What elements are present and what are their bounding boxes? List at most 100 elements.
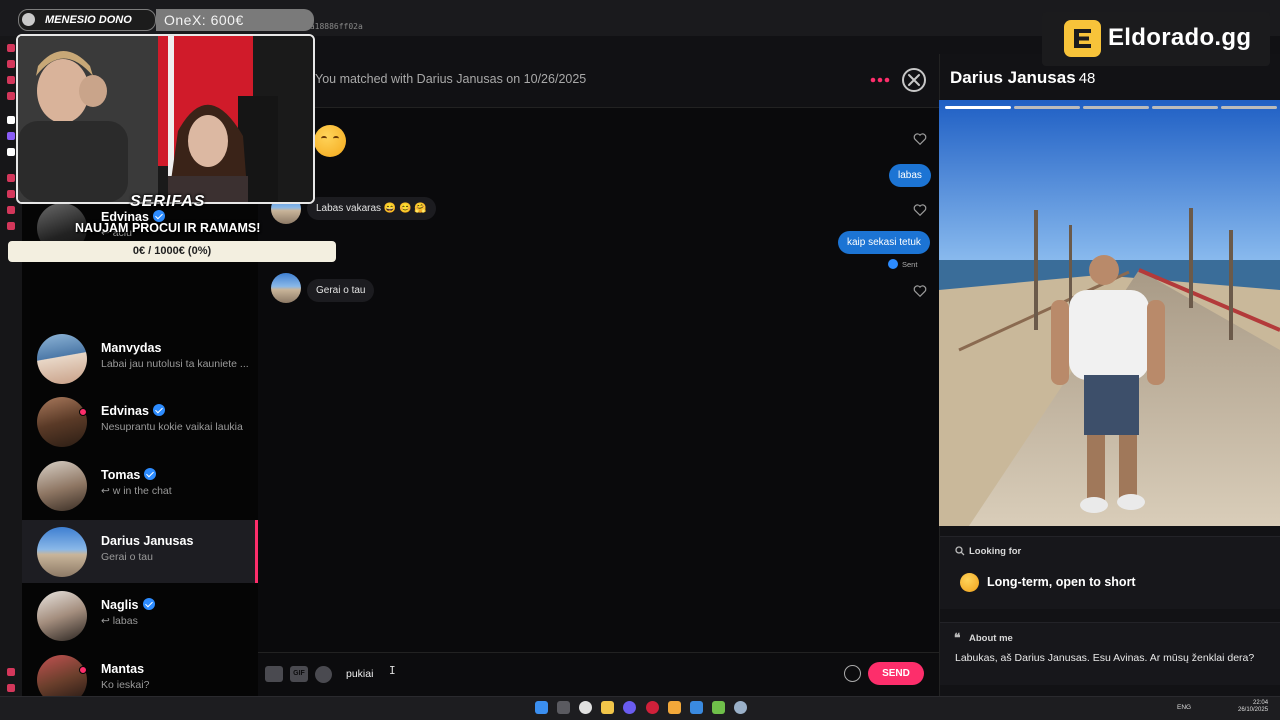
chat-name: Darius Janusas <box>101 534 194 548</box>
verified-badge-icon <box>144 468 157 480</box>
browser-app-icon[interactable] <box>7 190 15 198</box>
emoji-picker-icon[interactable] <box>844 665 861 682</box>
profile-name: Darius Janusas <box>950 68 1076 87</box>
browser-app-icon[interactable] <box>7 116 15 124</box>
donor-tag: MENESIO DONO <box>18 9 156 31</box>
sender-avatar <box>271 273 301 303</box>
clock-date: 26/10/2025 <box>1238 707 1269 713</box>
message-bubble-outgoing: labas <box>889 164 931 187</box>
onex-tag: OneX: 600€ <box>156 9 314 31</box>
verified-badge-icon <box>152 404 165 416</box>
looking-for-label: Looking for <box>969 546 1022 557</box>
looking-for-value: Long-term, open to short <box>987 575 1136 589</box>
avatar <box>37 461 87 511</box>
chat-preview: ↩ labas <box>101 615 138 627</box>
keyboard-language[interactable]: ENG <box>1177 704 1191 711</box>
browser-app-icon[interactable] <box>7 92 15 100</box>
heart-icon[interactable] <box>913 284 927 298</box>
avatar <box>37 334 87 384</box>
chrome-icon[interactable] <box>579 701 592 714</box>
coin-icon <box>22 13 35 26</box>
message-bubble-incoming: Labas vakaras 😄 😊 🤗 <box>307 197 436 220</box>
heart-eyes-emoji-icon <box>960 573 979 592</box>
settings-icon[interactable] <box>7 668 15 676</box>
chat-preview: Gerai o tau <box>101 551 153 563</box>
brand-name: Eldorado.gg <box>1108 24 1252 51</box>
verified-badge-icon <box>142 598 155 610</box>
avatar <box>37 527 87 577</box>
sent-check-icon <box>888 259 898 269</box>
app-icon[interactable] <box>690 701 703 714</box>
chat-item-naglis[interactable]: Naglis ↩ labas <box>22 584 256 647</box>
chat-name: Naglis <box>101 598 139 612</box>
chat-preview: Labai jau nutolusi ta kauniete ... <box>101 358 249 370</box>
profile-header: Darius Janusas 48 <box>950 68 1095 88</box>
opera-icon[interactable] <box>646 701 659 714</box>
match-text: You matched with Darius Janusas on 10/26… <box>315 72 587 86</box>
conversation-panel <box>258 54 939 696</box>
send-button[interactable]: SEND <box>868 662 924 685</box>
browser-app-icon[interactable] <box>7 60 15 68</box>
app-icon[interactable] <box>668 701 681 714</box>
chat-name: Mantas <box>101 662 145 676</box>
quote-icon: ❝ <box>954 631 961 645</box>
photo-progress-segment[interactable] <box>945 106 1011 109</box>
about-me-label: About me <box>969 633 1013 644</box>
contact-card-icon[interactable] <box>265 666 283 682</box>
taskbar <box>0 696 1280 720</box>
browser-app-icon[interactable] <box>7 222 15 230</box>
start-icon[interactable] <box>535 701 548 714</box>
chat-item-edvinas-2[interactable]: Edvinas Nesuprantu kokie vaikai laukia <box>22 390 256 453</box>
browser-app-icon[interactable] <box>7 174 15 182</box>
message-bubble-outgoing: kaip sekasi tetuk <box>838 231 930 254</box>
x-icon[interactable] <box>7 148 15 156</box>
more-options-icon[interactable] <box>870 75 890 85</box>
cam-motto: NAUJAM PROCUI IR RAMAMS! <box>75 221 261 235</box>
photo-progress-segment[interactable] <box>1083 106 1149 109</box>
heart-icon[interactable] <box>913 203 927 217</box>
avatar <box>37 591 87 641</box>
task-view-icon[interactable] <box>557 701 570 714</box>
message-bubble-incoming: Gerai o tau <box>307 279 375 302</box>
more-icon[interactable] <box>7 684 15 692</box>
clock-time: 22:04 <box>1253 700 1269 706</box>
settings-icon[interactable] <box>734 701 747 714</box>
gif-button[interactable]: GIF <box>290 666 308 682</box>
chat-name: Edvinas <box>101 404 149 418</box>
photo-progress-segment[interactable] <box>1221 106 1277 109</box>
chat-item-manvydas[interactable]: Manvydas Labai jau nutolusi ta kauniete … <box>22 327 256 390</box>
clock[interactable]: 22:04 26/10/2025 <box>1238 700 1268 714</box>
sent-status-label: Sent <box>902 259 918 269</box>
chat-preview: Nesuprantu kokie vaikai laukia <box>101 421 243 433</box>
text-cursor-icon: I <box>389 664 396 677</box>
webcam-overlay <box>16 34 315 204</box>
message-input[interactable] <box>346 664 826 684</box>
profile-photo[interactable] <box>939 100 1280 526</box>
chat-name: Manvydas <box>101 341 162 355</box>
app-icon[interactable] <box>712 701 725 714</box>
twitch-icon[interactable] <box>7 132 15 140</box>
folder-icon[interactable] <box>601 701 614 714</box>
smiling-emoji-message <box>314 125 346 157</box>
chat-item-darius-janusas[interactable]: Darius Janusas Gerai o tau <box>22 520 258 583</box>
about-me-text: Labukas, aš Darius Janusas. Esu Avinas. … <box>955 652 1255 664</box>
eldorado-logo-icon <box>1064 20 1101 57</box>
chat-preview: Ko ieskai? <box>101 679 150 691</box>
photo-progress-segment[interactable] <box>1152 106 1218 109</box>
search-icon <box>955 546 965 556</box>
chat-item-tomas[interactable]: Tomas ↩ w in the chat <box>22 454 256 517</box>
browser-app-icon[interactable] <box>7 206 15 214</box>
chat-preview: ↩ w in the chat <box>101 485 172 497</box>
online-indicator <box>79 408 87 416</box>
heart-icon[interactable] <box>913 132 927 146</box>
donation-goal-bar: 0€ / 1000€ (0%) <box>8 241 336 262</box>
browser-app-icon[interactable] <box>7 44 15 52</box>
spotify-icon[interactable] <box>315 666 332 683</box>
discord-icon[interactable] <box>623 701 636 714</box>
photo-progress-segment[interactable] <box>1014 106 1080 109</box>
online-indicator <box>79 666 87 674</box>
browser-app-icon[interactable] <box>7 76 15 84</box>
avatar <box>37 397 87 447</box>
profile-age: 48 <box>1078 70 1096 87</box>
close-conversation-icon[interactable] <box>902 68 926 92</box>
